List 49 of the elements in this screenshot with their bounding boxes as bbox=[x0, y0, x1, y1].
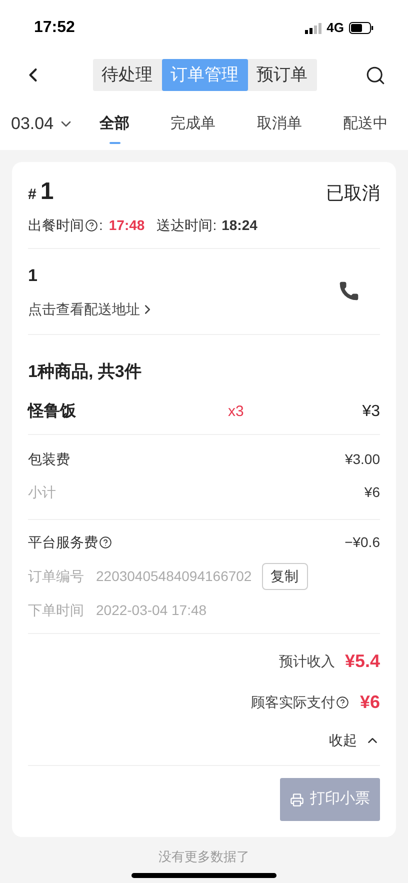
platform-fee-label: 平台服务费 bbox=[28, 533, 98, 552]
order-number: 1 bbox=[40, 180, 54, 204]
printer-icon bbox=[290, 792, 304, 806]
order-status: 已取消 bbox=[326, 182, 380, 205]
filter-tab[interactable]: 完成单 bbox=[170, 112, 216, 136]
battery-icon bbox=[349, 22, 374, 34]
filter-tab[interactable]: 取消单 bbox=[256, 112, 302, 136]
paid-value: ¥6 bbox=[360, 691, 380, 714]
phone-icon[interactable] bbox=[338, 280, 360, 302]
delivery-time-label: 送达时间: bbox=[156, 216, 217, 235]
item-quantity: x3 bbox=[228, 402, 245, 422]
segment-tab[interactable]: 待处理 bbox=[92, 59, 162, 91]
order-time-value: 2022-03-04 17:48 bbox=[96, 601, 207, 620]
expected-income-label: 预计收入 bbox=[278, 652, 335, 671]
fee-label: 包装费 bbox=[28, 450, 70, 469]
expected-income-value: ¥5.4 bbox=[344, 650, 380, 673]
tab-indicator bbox=[109, 142, 120, 144]
collapse-toggle[interactable]: 收起 bbox=[329, 730, 380, 751]
delivery-time: 18:24 bbox=[222, 216, 258, 235]
item-price: ¥3 bbox=[362, 402, 380, 422]
fee-value: ¥6 bbox=[364, 483, 380, 502]
filter-tab[interactable]: 配送中 bbox=[342, 112, 388, 136]
address-link[interactable]: 点击查看配送地址 bbox=[28, 298, 155, 320]
no-more-data: 没有更多数据了 bbox=[158, 848, 250, 866]
search-icon[interactable] bbox=[365, 64, 386, 86]
help-icon[interactable] bbox=[85, 219, 98, 232]
filter-tab[interactable]: 全部 bbox=[100, 112, 130, 136]
item-name: 怪鲁饭 bbox=[28, 402, 77, 422]
copy-button[interactable]: 复制 bbox=[262, 563, 308, 590]
order-number-label: 订单编号 bbox=[28, 567, 84, 586]
fee-label: 小计 bbox=[28, 483, 56, 502]
paid-label: 顾客实际支付 bbox=[250, 693, 335, 712]
hash-mark: # bbox=[28, 185, 36, 205]
platform-fee-value: −¥0.6 bbox=[344, 533, 380, 552]
customer-name: 1 bbox=[28, 265, 38, 287]
status-time: 17:52 bbox=[34, 18, 75, 38]
date-filter[interactable]: 03.04 bbox=[11, 111, 74, 137]
help-icon[interactable] bbox=[99, 536, 112, 549]
items-heading: 1种商品, 共3件 bbox=[28, 360, 142, 382]
signal-icon bbox=[304, 22, 322, 34]
network-label: 4G bbox=[326, 19, 344, 38]
colon: : bbox=[99, 216, 103, 235]
order-number-value: 22030405484094166702 bbox=[96, 567, 252, 586]
order-time-label: 下单时间 bbox=[28, 601, 84, 620]
meal-time-label: 出餐时间 bbox=[28, 216, 84, 235]
help-icon[interactable] bbox=[336, 696, 349, 709]
meal-time: 17:48 bbox=[108, 216, 145, 235]
fee-value: ¥3.00 bbox=[344, 450, 380, 469]
segment-tab[interactable]: 预订单 bbox=[248, 59, 316, 91]
